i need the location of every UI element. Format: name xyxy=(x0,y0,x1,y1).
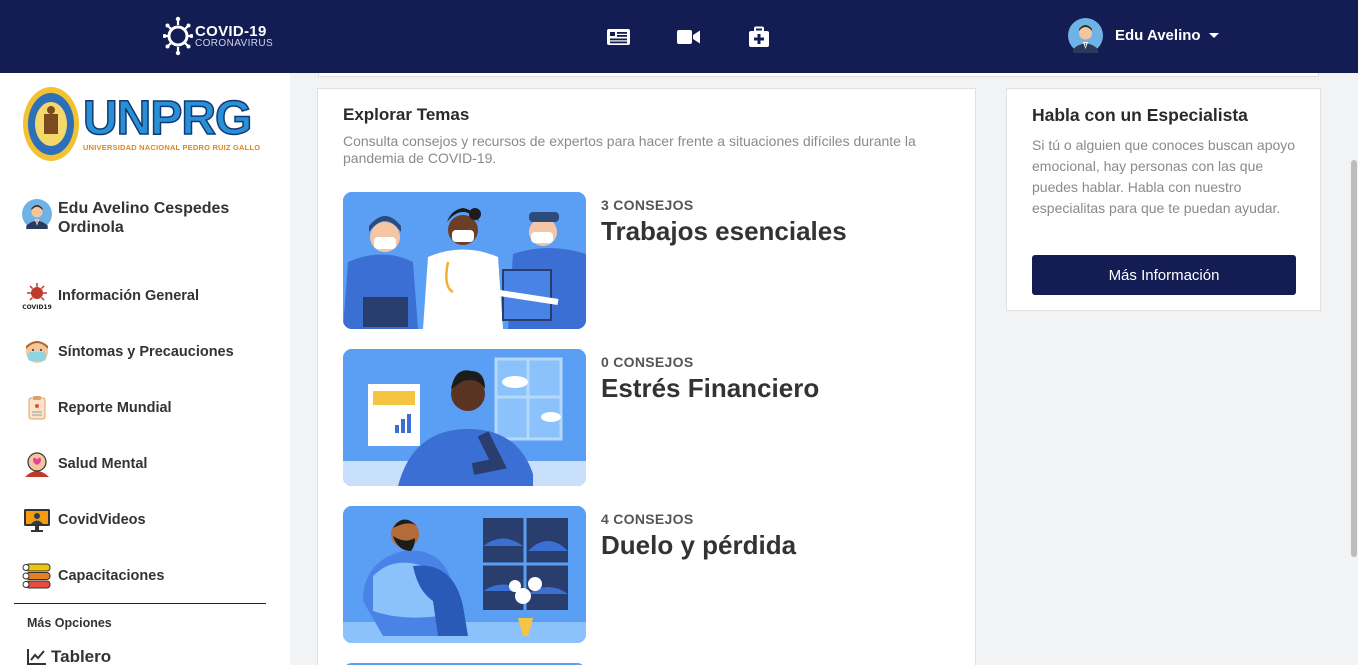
explore-topics-description: Consulta consejos y recursos de expertos… xyxy=(343,133,916,166)
sidebar-item-covidvideos[interactable]: CovidVideos xyxy=(22,492,234,548)
sidebar-item-salud-mental[interactable]: Salud Mental xyxy=(22,436,234,492)
university-seal-icon xyxy=(23,87,79,161)
topic-card-estres-financiero[interactable]: 0 CONSEJOS Estrés Financiero xyxy=(343,349,923,486)
topic-name: Trabajos esenciales xyxy=(601,216,847,246)
user-name: Edu Avelino xyxy=(1115,27,1201,44)
more-info-button[interactable]: Más Información xyxy=(1032,255,1296,295)
sidebar-menu: COVID19 Información General Síntomas y P… xyxy=(22,268,234,604)
scrollbar-thumb[interactable] xyxy=(1351,160,1357,557)
profile-name: Edu Avelino Cespedes Ordinola xyxy=(58,200,230,236)
essential-workers-illustration xyxy=(343,192,586,329)
topic-count: 3 CONSEJOS xyxy=(601,197,694,213)
line-chart-icon xyxy=(27,649,46,665)
topic-name: Estrés Financiero xyxy=(601,373,820,403)
explore-topics-card: Explorar Temas Consulta consejos y recur… xyxy=(317,88,976,665)
sidebar-item-tablero[interactable]: Tablero xyxy=(27,647,111,665)
top-strip xyxy=(318,73,1319,77)
more-options-heading: Más Opciones xyxy=(27,616,112,630)
university-full-name: UNIVERSIDAD NACIONAL PEDRO RUIZ GALLO xyxy=(83,143,261,152)
covid19-virus-icon: COVID19 xyxy=(22,281,52,311)
sidebar-item-label: Reporte Mundial xyxy=(58,400,172,416)
sidebar-item-label: Salud Mental xyxy=(58,456,148,472)
university-logo[interactable]: UNPRG UNIVERSIDAD NACIONAL PEDRO RUIZ GA… xyxy=(22,86,260,162)
user-avatar xyxy=(1068,18,1103,53)
logo-title: COVID-19 xyxy=(195,22,267,40)
specialist-card: Habla con un Especialista Si tú o alguie… xyxy=(1006,88,1321,311)
grief-loss-illustration xyxy=(343,506,586,643)
sidebar-item-informacion-general[interactable]: COVID19 Información General xyxy=(22,268,234,324)
specialist-title: Habla con un Especialista xyxy=(1032,105,1248,125)
user-menu-dropdown[interactable]: Edu Avelino xyxy=(1068,18,1219,53)
virus-logo-icon xyxy=(163,16,193,56)
sidebar-item-reporte-mundial[interactable]: Reporte Mundial xyxy=(22,380,234,436)
top-navbar: COVID-19 CORONAVIRUS Edu Avelino xyxy=(0,0,1358,73)
logo-subtitle: CORONAVIRUS xyxy=(195,37,274,49)
sidebar-item-label: Capacitaciones xyxy=(58,568,165,584)
mental-health-icon xyxy=(22,449,52,479)
top-nav-icons xyxy=(606,24,771,49)
masked-person-icon xyxy=(22,337,52,367)
video-camera-icon[interactable] xyxy=(676,24,701,49)
sidebar-item-sintomas[interactable]: Síntomas y Precauciones xyxy=(22,324,234,380)
university-short-name: UNPRG xyxy=(82,92,253,145)
sidebar-item-label: Síntomas y Precauciones xyxy=(58,344,234,360)
news-icon[interactable] xyxy=(606,24,631,49)
first-aid-kit-icon[interactable] xyxy=(746,24,771,49)
financial-stress-illustration xyxy=(343,349,586,486)
topic-name: Duelo y pérdida xyxy=(601,530,797,560)
chevron-down-icon xyxy=(1208,33,1219,38)
video-monitor-icon xyxy=(22,505,52,535)
topic-card-trabajos-esenciales[interactable]: 3 CONSEJOS Trabajos esenciales xyxy=(343,192,923,329)
sidebar-item-label: Tablero xyxy=(51,647,112,665)
training-list-icon xyxy=(22,561,52,591)
sidebar-item-label: CovidVideos xyxy=(58,512,146,528)
topic-count: 4 CONSEJOS xyxy=(601,511,694,527)
svg-text:COVID19: COVID19 xyxy=(22,304,52,311)
sidebar-profile[interactable]: Edu Avelino Cespedes Ordinola xyxy=(22,199,258,237)
covid19-logo[interactable]: COVID-19 CORONAVIRUS xyxy=(163,14,273,58)
report-clipboard-icon xyxy=(22,393,52,423)
topic-count: 0 CONSEJOS xyxy=(601,354,694,370)
specialist-text: Si tú o alguien que conoces buscan apoyo… xyxy=(1032,137,1296,216)
sidebar-item-capacitaciones[interactable]: Capacitaciones xyxy=(22,548,234,604)
topic-card-duelo-y-perdida[interactable]: 4 CONSEJOS Duelo y pérdida xyxy=(343,506,923,643)
sidebar: UNPRG UNIVERSIDAD NACIONAL PEDRO RUIZ GA… xyxy=(0,73,290,665)
profile-avatar xyxy=(22,199,52,229)
sidebar-item-label: Información General xyxy=(58,288,200,304)
explore-topics-title: Explorar Temas xyxy=(343,105,470,124)
sidebar-divider xyxy=(14,603,266,604)
